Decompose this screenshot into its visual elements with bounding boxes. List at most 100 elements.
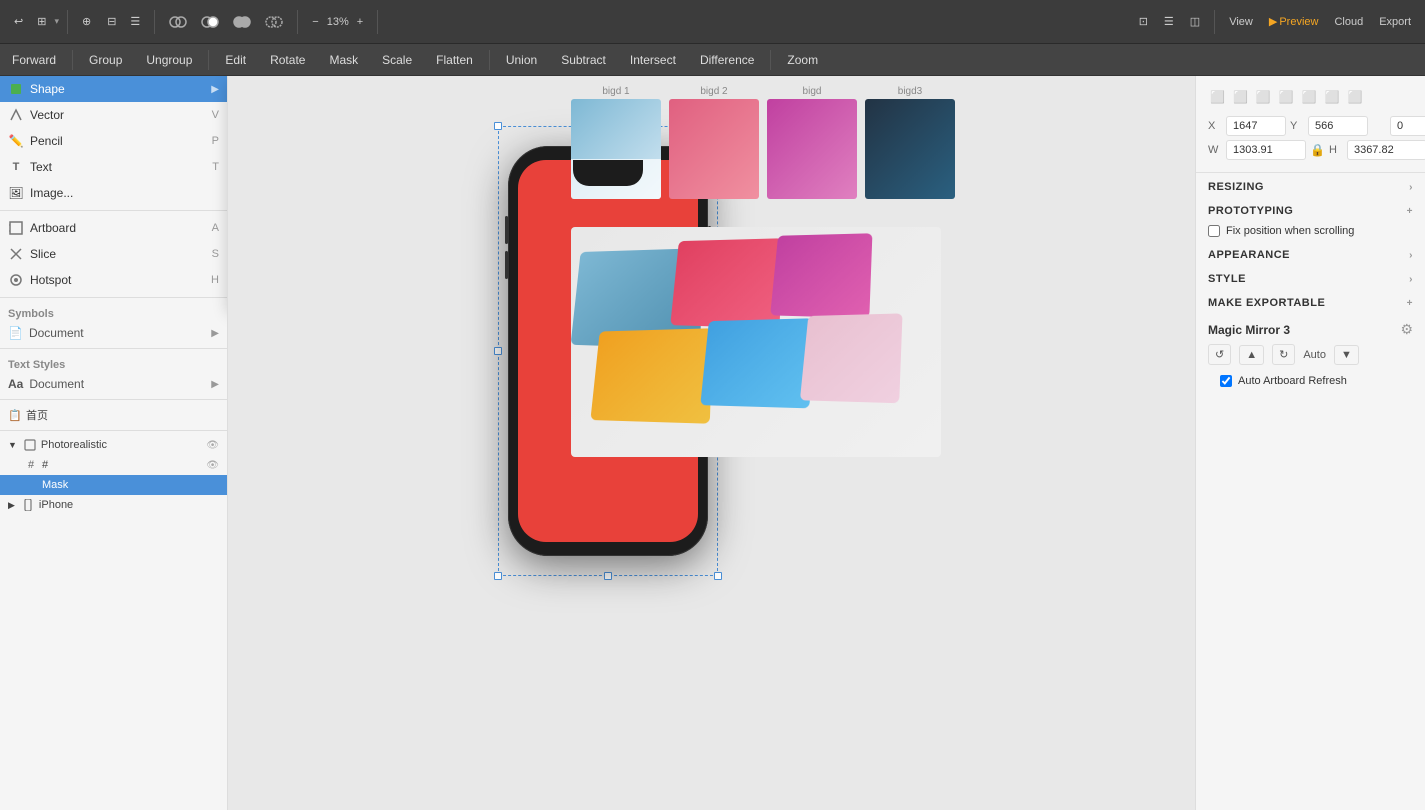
menubar-item-difference[interactable]: Difference: [688, 44, 766, 75]
intersect-btn[interactable]: [227, 9, 257, 35]
artboard-thumb-3[interactable]: [767, 99, 857, 199]
align-bottom-btn[interactable]: ⬜: [1346, 88, 1365, 106]
artboard-thumb-4[interactable]: [865, 99, 955, 199]
divider5: [0, 430, 227, 431]
menubar-item-subtract[interactable]: Subtract: [549, 44, 618, 75]
layer-group-photorealistic[interactable]: ▼ Photorealistic 👁: [0, 435, 227, 455]
h-input[interactable]: 3367.82: [1347, 140, 1425, 160]
style-header[interactable]: STYLE ›: [1196, 265, 1425, 289]
align-right-btn[interactable]: ⬜: [1254, 88, 1273, 106]
menu-sep2: [208, 50, 209, 70]
auto-artboard-refresh-label[interactable]: Auto Artboard Refresh: [1238, 375, 1347, 387]
w-input[interactable]: 1303.91: [1226, 140, 1306, 160]
menubar-item-scale[interactable]: Scale: [370, 44, 424, 75]
sidebar-item-document-text[interactable]: Aa Document ▶: [0, 373, 227, 395]
menubar-item-rotate[interactable]: Rotate: [258, 44, 317, 75]
menubar-item-ungroup[interactable]: Ungroup: [134, 44, 204, 75]
sep5: [1214, 10, 1215, 34]
menubar-item-union[interactable]: Union: [494, 44, 549, 75]
view-toggle-btn[interactable]: ◫: [1184, 11, 1206, 32]
align-middle-btn[interactable]: ⬜: [1323, 88, 1342, 106]
coordinates-section: ⬜ ⬜ ⬜ ⬜ ⬜ ⬜ ⬜ X 1647 Y 566 0 W 1303.91 🔒: [1196, 76, 1425, 173]
preview-btn[interactable]: ▶ Preview: [1263, 11, 1325, 32]
mm-up-btn[interactable]: ▲: [1239, 345, 1264, 365]
handle-br[interactable]: [714, 572, 722, 580]
sidebar-item-slice[interactable]: Slice S: [0, 241, 227, 267]
rotate-label: Rotate: [270, 53, 305, 67]
menubar-item-group[interactable]: Group: [77, 44, 134, 75]
menubar-item-flatten[interactable]: Flatten: [424, 44, 485, 75]
zoom-minus-btn[interactable]: −: [306, 12, 324, 32]
menubar-item-intersect[interactable]: Intersect: [618, 44, 688, 75]
handle-tl[interactable]: [494, 122, 502, 130]
doc-text-label: Document: [29, 377, 84, 391]
view-btn-1[interactable]: ⊟: [101, 11, 122, 32]
mm-refresh-btn[interactable]: ↺: [1208, 344, 1231, 365]
resizing-header[interactable]: RESIZING ›: [1196, 173, 1425, 197]
subtract-btn[interactable]: [195, 9, 225, 35]
prototyping-header[interactable]: PROTOTYPING +: [1196, 197, 1425, 221]
artboard-thumb-2[interactable]: [669, 99, 759, 199]
zoom-plus-btn[interactable]: +: [351, 12, 369, 32]
lock-icon: 🔒: [1310, 143, 1325, 157]
handle-bm[interactable]: [604, 572, 612, 580]
doc-symbol-arrow: ▶: [211, 328, 219, 339]
x-input[interactable]: 1647: [1226, 116, 1286, 136]
make-exportable-icon: +: [1407, 298, 1413, 309]
slice-label: Slice: [30, 247, 56, 261]
iphone-icon: [21, 498, 35, 512]
grid-layout-btn[interactable]: ⊡: [1133, 11, 1154, 32]
insert-button[interactable]: ⊕: [76, 11, 97, 32]
layer-item-hash[interactable]: # # 👁: [0, 455, 227, 475]
visibility-icon[interactable]: 👁: [206, 440, 219, 451]
layers-button[interactable]: ⊞: [31, 11, 52, 32]
export-btn[interactable]: Export: [1373, 12, 1417, 32]
handle-bl[interactable]: [494, 572, 502, 580]
layer-item-mask[interactable]: Mask: [0, 475, 227, 495]
view-btn[interactable]: View: [1223, 12, 1259, 32]
mm-rotate-btn[interactable]: ↻: [1272, 344, 1295, 365]
y-input[interactable]: 566: [1308, 116, 1368, 136]
mm-down-btn[interactable]: ▼: [1334, 345, 1359, 365]
sidebar-item-artboard[interactable]: Artboard A: [0, 215, 227, 241]
handle-ml[interactable]: [494, 347, 502, 355]
sidebar-item-pencil[interactable]: ✏️ Pencil P: [0, 128, 227, 154]
r-input[interactable]: 0: [1390, 116, 1425, 136]
sidebar-item-text[interactable]: T Text T: [0, 154, 227, 180]
canvas-area[interactable]: bigd 1 bigd 2 bigd bigd3: [228, 76, 1195, 810]
fix-position-label[interactable]: Fix position when scrolling: [1226, 225, 1354, 237]
auto-artboard-refresh-checkbox[interactable]: [1220, 375, 1232, 387]
style-expand-icon: ›: [1409, 274, 1413, 285]
fix-position-checkbox[interactable]: [1208, 225, 1220, 237]
sidebar-item-document-symbol[interactable]: 📄 Document ▶: [0, 322, 227, 344]
menubar-item-edit[interactable]: Edit: [213, 44, 258, 75]
sidebar-item-hotspot[interactable]: Hotspot H: [0, 267, 227, 293]
union-btn[interactable]: [163, 9, 193, 35]
photorealistic-label: Photorealistic: [41, 439, 202, 451]
align-center-btn[interactable]: ⬜: [1231, 88, 1250, 106]
magic-mirror-settings-btn[interactable]: ⚙: [1400, 321, 1413, 338]
cloud-btn[interactable]: Cloud: [1328, 12, 1369, 32]
menubar-item-mask[interactable]: Mask: [317, 44, 370, 75]
layer-item-homepage[interactable]: 📋 首页: [0, 404, 227, 426]
undo-button[interactable]: ↩: [8, 11, 29, 32]
main-area: Shape ▶ Vector V ✏️ Pencil P T Text T 🖼 …: [0, 76, 1425, 810]
sidebar-item-vector[interactable]: Vector V: [0, 102, 227, 128]
panel-btn[interactable]: ☰: [1158, 11, 1180, 32]
flatten-label: Flatten: [436, 53, 473, 67]
doc-symbol-icon: 📄: [8, 326, 23, 340]
menubar-item-forward[interactable]: Forward: [0, 44, 68, 75]
appearance-header[interactable]: APPEARANCE ›: [1196, 241, 1425, 265]
menubar-item-zoom[interactable]: Zoom: [775, 44, 830, 75]
make-exportable-header[interactable]: MAKE EXPORTABLE +: [1196, 289, 1425, 313]
hotspot-label: Hotspot: [30, 273, 71, 287]
sidebar-item-shape[interactable]: Shape ▶: [0, 76, 227, 102]
distribute-btn[interactable]: ⬜: [1277, 88, 1296, 106]
align-left-btn[interactable]: ⬜: [1208, 88, 1227, 106]
difference-btn[interactable]: [259, 9, 289, 35]
view-btn-2[interactable]: ☰: [124, 11, 146, 32]
sidebar-item-image[interactable]: 🖼 Image...: [0, 180, 227, 206]
iphone-expand-icon: ▶: [8, 500, 15, 511]
align-top-btn[interactable]: ⬜: [1300, 88, 1319, 106]
layer-item-iphone[interactable]: ▶ iPhone: [0, 495, 227, 515]
